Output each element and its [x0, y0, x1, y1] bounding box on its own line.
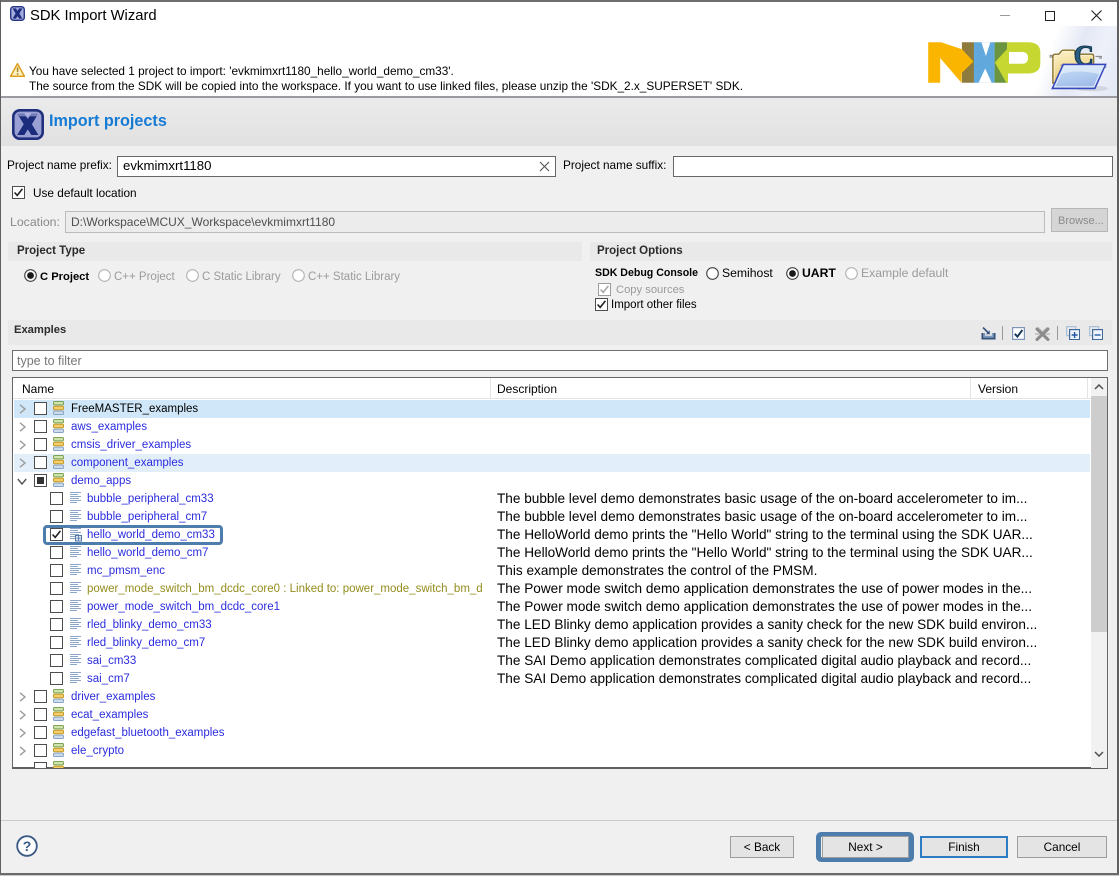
svg-text:?: ? [23, 838, 32, 854]
